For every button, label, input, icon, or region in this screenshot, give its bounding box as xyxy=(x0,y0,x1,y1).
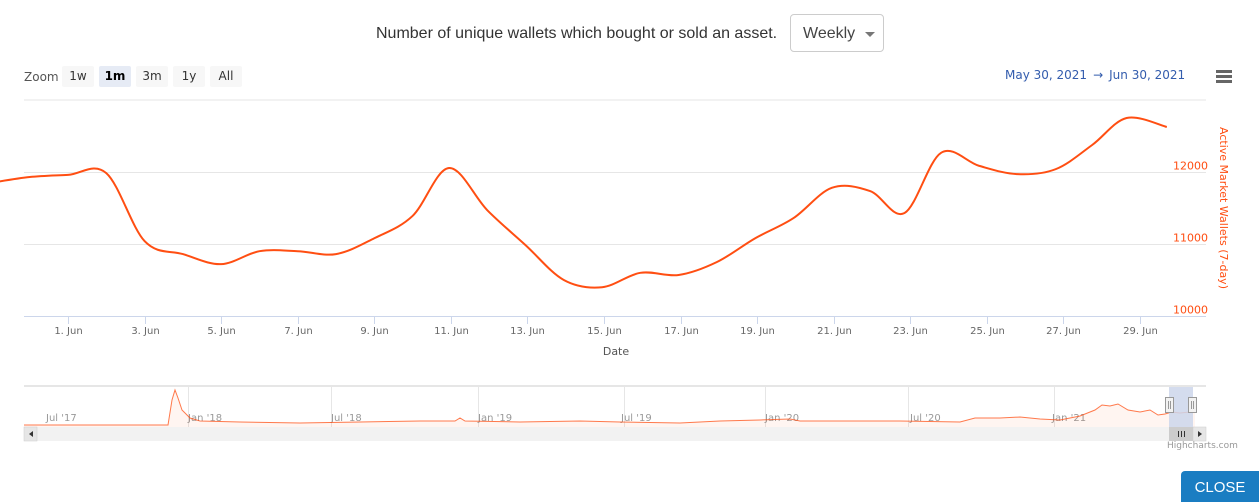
x-tick-label: 1. Jun xyxy=(54,326,82,337)
scrollbar-right-button[interactable] xyxy=(1192,426,1207,442)
scrollbar-left-button[interactable] xyxy=(23,426,38,442)
x-tick-label: 25. Jun xyxy=(970,326,1005,337)
chart-svg: 1. Jun 3. Jun 5. Jun 7. Jun 9. Jun 11. Jun 13.… xyxy=(0,99,1230,442)
y-tick-label: 10000 xyxy=(1173,304,1208,317)
x-tick-label: 13. Jun xyxy=(510,326,545,337)
close-button[interactable]: CLOSE xyxy=(1181,471,1259,502)
scrollbar-track[interactable] xyxy=(24,427,1206,441)
x-tick-label: 19. Jun xyxy=(740,326,775,337)
y-axis: 10000 11000 12000 xyxy=(1173,160,1208,317)
x-axis: 1. Jun 3. Jun 5. Jun 7. Jun 9. Jun 11. Jun 13.… xyxy=(54,316,1158,337)
x-tick-label: 23. Jun xyxy=(893,326,928,337)
navigator-tick-label: Jul '17 xyxy=(45,413,77,424)
x-axis-title: Date xyxy=(603,345,630,358)
x-tick-label: 7. Jun xyxy=(284,326,312,337)
y-tick-label: 12000 xyxy=(1173,160,1208,173)
x-tick-label: 17. Jun xyxy=(664,326,699,337)
scrollbar-thumb[interactable] xyxy=(1169,427,1193,441)
navigator-handle-left[interactable] xyxy=(1165,397,1174,413)
x-tick-label: 5. Jun xyxy=(207,326,235,337)
y-tick-label: 11000 xyxy=(1173,232,1208,245)
x-tick-label: 15. Jun xyxy=(587,326,622,337)
y-axis-title: Active Market Wallets (7-day) xyxy=(1217,127,1230,289)
series-line xyxy=(0,116,1168,289)
x-tick-label: 9. Jun xyxy=(360,326,388,337)
x-tick-label: 21. Jun xyxy=(817,326,852,337)
x-tick-label: 3. Jun xyxy=(131,326,159,337)
x-tick-label: 29. Jun xyxy=(1123,326,1158,337)
navigator-handle-right[interactable] xyxy=(1188,397,1197,413)
x-tick-label: 27. Jun xyxy=(1046,326,1081,337)
navigator: Jul '17 Jan '18 Jul '18 Jan '19 Jul '19 Jan '… xyxy=(23,385,1207,442)
x-tick-label: 11. Jun xyxy=(434,326,469,337)
highcharts-credits[interactable]: Highcharts.com xyxy=(1167,441,1238,451)
